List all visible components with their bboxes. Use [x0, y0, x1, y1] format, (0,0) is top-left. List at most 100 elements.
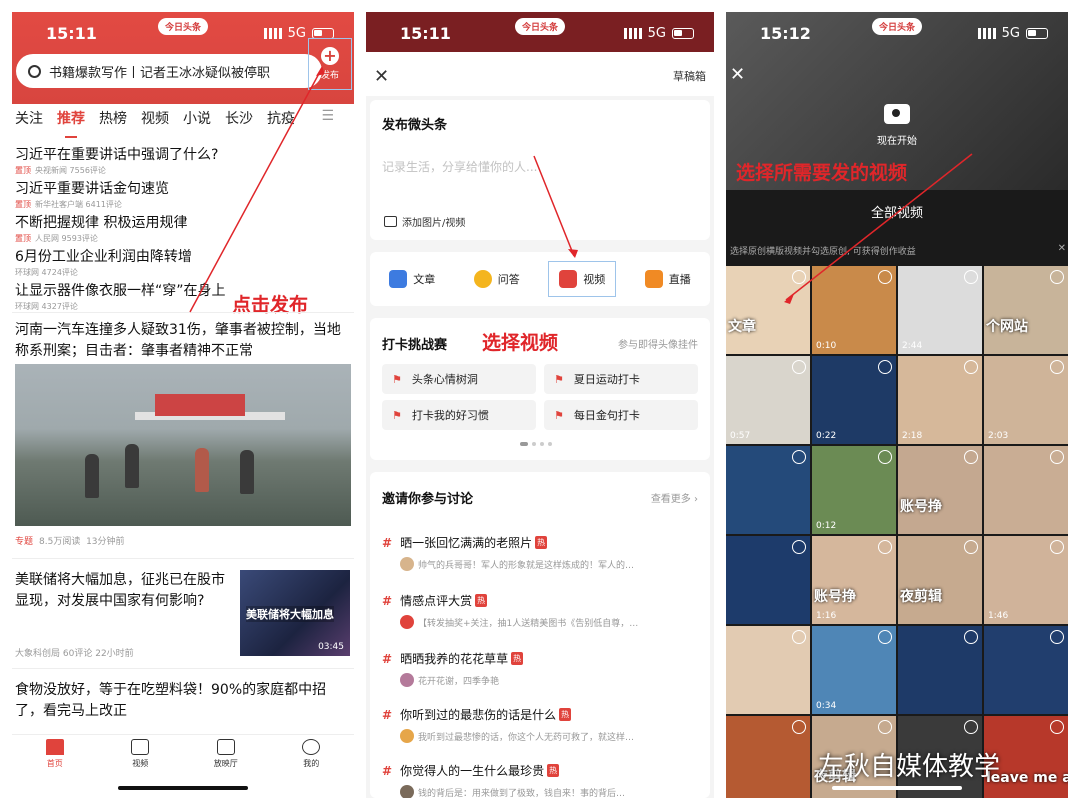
select-circle-icon[interactable]: [1050, 450, 1064, 464]
video-cell[interactable]: [726, 626, 810, 714]
select-circle-icon[interactable]: [964, 270, 978, 284]
tab-hot[interactable]: 热榜: [99, 108, 127, 134]
type-live[interactable]: 直播: [635, 262, 701, 296]
divider: [12, 312, 354, 313]
close-tip-icon[interactable]: ✕: [1058, 243, 1066, 254]
story-title[interactable]: 美联储将大幅加息，征兆已在股市显现，对发展中国家有何影响?: [15, 570, 225, 612]
select-circle-icon[interactable]: [964, 540, 978, 554]
select-circle-icon[interactable]: [964, 720, 978, 734]
close-icon[interactable]: ✕: [374, 66, 389, 87]
discussion-item[interactable]: # 你觉得人的一生什么最珍贵热 钱的背后是：用来做到了极致，钱自来！事的背后…: [382, 762, 702, 798]
watermark: 左秋自媒体教学: [818, 752, 1001, 782]
drafts-button[interactable]: 草稿箱: [673, 68, 706, 84]
news-item[interactable]: 6月份工业企业利润由降转增 环球网 4724评论: [15, 246, 351, 278]
tab-follow[interactable]: 关注: [15, 108, 43, 134]
select-circle-icon[interactable]: [1050, 720, 1064, 734]
tab-video[interactable]: 视频: [141, 108, 169, 134]
home-indicator: [832, 786, 962, 790]
tab-epidemic[interactable]: 抗疫: [267, 108, 295, 134]
type-article[interactable]: 文章: [379, 262, 445, 296]
video-cell[interactable]: [984, 626, 1068, 714]
video-cell[interactable]: 2:44: [898, 266, 982, 354]
news-item[interactable]: 习近平在重要讲话中强调了什么? 置顶 央视新闻 7556评论: [15, 144, 351, 176]
select-circle-icon[interactable]: [878, 270, 892, 284]
select-circle-icon[interactable]: [964, 450, 978, 464]
topic-button[interactable]: ⚑ 夏日运动打卡: [544, 364, 698, 394]
type-qa[interactable]: 问答: [464, 262, 530, 296]
tab-novel[interactable]: 小说: [183, 108, 211, 134]
select-circle-icon[interactable]: [792, 270, 806, 284]
discussion-title: 邀请你参与讨论: [382, 492, 474, 507]
discussion-item[interactable]: # 晒晒我养的花花草草热 花开花谢，四季争艳: [382, 650, 702, 687]
discussion-more[interactable]: 查看更多 ›: [651, 490, 698, 505]
select-circle-icon[interactable]: [792, 540, 806, 554]
discussion-item[interactable]: # 你听到过的最悲伤的话是什么热 我听到过最悲惨的话，你这个人无药可救了，就这样…: [382, 706, 702, 743]
news-item[interactable]: 习近平重要讲话金句速览 置顶 新华社客户端 6411评论: [15, 178, 351, 210]
add-media-button[interactable]: 添加图片/视频: [384, 214, 465, 229]
discussion-item[interactable]: # 晒一张回忆满满的老照片热 帅气的兵哥哥！军人的形象就是这样炼成的！军人的…: [382, 534, 702, 571]
status-bar: 15:11 今日头条 5G: [366, 12, 714, 56]
select-circle-icon[interactable]: [792, 450, 806, 464]
select-circle-icon[interactable]: [878, 720, 892, 734]
video-cell[interactable]: 0:57: [726, 356, 810, 444]
select-circle-icon[interactable]: [964, 360, 978, 374]
select-circle-icon[interactable]: [1050, 540, 1064, 554]
video-cell[interactable]: [726, 536, 810, 624]
select-circle-icon[interactable]: [792, 360, 806, 374]
video-cell[interactable]: 2:18: [898, 356, 982, 444]
video-cell[interactable]: [726, 716, 810, 798]
video-cell[interactable]: 文章: [726, 266, 810, 354]
home-icon: [45, 739, 64, 755]
checkin-more[interactable]: 参与即得头像挂件: [618, 336, 698, 351]
video-cell[interactable]: [984, 446, 1068, 534]
nav-me[interactable]: 我的: [281, 739, 341, 798]
topic-button[interactable]: ⚑ 每日金句打卡: [544, 400, 698, 430]
select-circle-icon[interactable]: [792, 630, 806, 644]
camera-icon[interactable]: [884, 104, 910, 124]
select-circle-icon[interactable]: [964, 630, 978, 644]
video-caption: 个网站: [986, 319, 1028, 335]
topic-button[interactable]: ⚑ 打卡我的好习惯: [382, 400, 536, 430]
video-cell[interactable]: 个网站: [984, 266, 1068, 354]
close-icon[interactable]: ✕: [730, 64, 745, 85]
story-title[interactable]: 食物没放好，等于在吃塑料袋！90%的家庭都中招了，看完马上改正: [15, 680, 351, 722]
search-bar[interactable]: 书籍爆款写作丨记者王冰冰疑似被停职: [16, 54, 322, 88]
select-circle-icon[interactable]: [878, 450, 892, 464]
menu-icon[interactable]: ☰: [321, 108, 334, 124]
story-photo[interactable]: [15, 364, 351, 526]
select-circle-icon[interactable]: [878, 360, 892, 374]
status-time: 15:12: [760, 24, 811, 43]
select-circle-icon[interactable]: [878, 540, 892, 554]
video-cell[interactable]: [898, 626, 982, 714]
video-cell[interactable]: 夜剪辑: [898, 536, 982, 624]
news-item[interactable]: 不断把握规律 积极运用规律 置顶 人民网 9593评论: [15, 212, 351, 244]
camera-label[interactable]: 现在开始: [726, 132, 1068, 147]
article-icon: [389, 270, 408, 288]
video-thumbnail[interactable]: 美联储将大幅加息 03:45: [240, 570, 350, 656]
album-selector[interactable]: 全部视频: [726, 202, 1068, 221]
select-circle-icon[interactable]: [1050, 270, 1064, 284]
video-cell[interactable]: [726, 446, 810, 534]
video-cell[interactable]: 0:34: [812, 626, 896, 714]
video-cell[interactable]: 0:12: [812, 446, 896, 534]
video-cell[interactable]: 0:22: [812, 356, 896, 444]
news-comments: 4327评论: [41, 302, 78, 311]
video-cell[interactable]: 0:10: [812, 266, 896, 354]
topic-button[interactable]: ⚑ 头条心情树洞: [382, 364, 536, 394]
publish-button[interactable]: + 发布: [308, 38, 352, 90]
select-circle-icon[interactable]: [792, 720, 806, 734]
discussion-item[interactable]: # 情感点评大赏热 【转发抽奖+关注，抽1人送精美图书《告别低自尊，…: [382, 592, 702, 629]
select-circle-icon[interactable]: [1050, 360, 1064, 374]
video-cell[interactable]: 账号挣 1:16: [812, 536, 896, 624]
tab-changsha[interactable]: 长沙: [225, 108, 253, 134]
story-title[interactable]: 河南一汽车连撞多人疑致31伤，肇事者被控制，当地称系刑案；目击者：肇事者精神不正…: [15, 320, 351, 362]
video-cell[interactable]: 1:46: [984, 536, 1068, 624]
video-cell[interactable]: 2:03: [984, 356, 1068, 444]
tab-recommend[interactable]: 推荐: [57, 108, 85, 138]
type-video[interactable]: 视频: [548, 261, 617, 297]
compose-input[interactable]: 记录生活，分享给懂你的人...: [382, 158, 537, 175]
select-circle-icon[interactable]: [878, 630, 892, 644]
video-cell[interactable]: 账号挣: [898, 446, 982, 534]
nav-home[interactable]: 首页: [25, 739, 85, 798]
select-circle-icon[interactable]: [1050, 630, 1064, 644]
